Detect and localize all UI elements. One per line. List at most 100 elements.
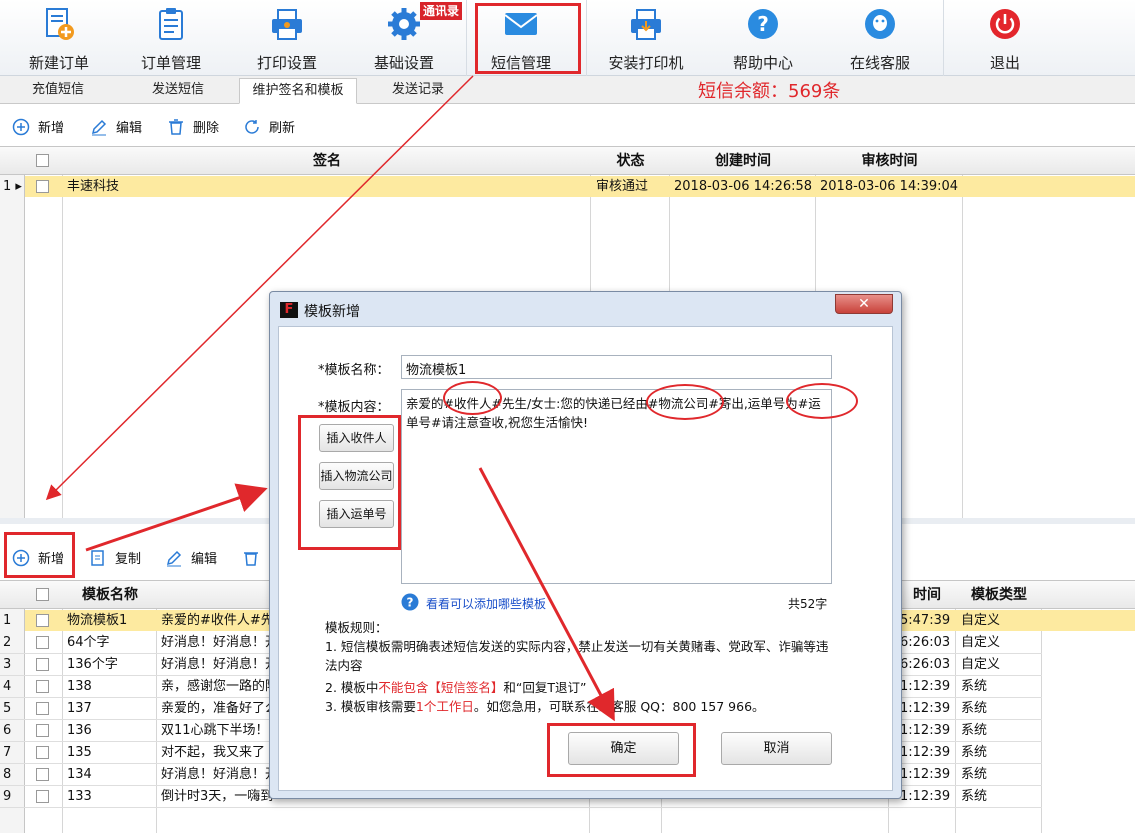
template-content: 好消息！好消息！开 bbox=[161, 657, 279, 672]
action-label: 复制 bbox=[115, 552, 142, 567]
template-time: 1:12:39 bbox=[900, 679, 950, 694]
pencil-icon bbox=[166, 550, 182, 567]
pencil-icon bbox=[91, 119, 107, 136]
template-time: 1:12:39 bbox=[900, 723, 950, 738]
sms-balance: 短信余额：569条 bbox=[698, 81, 841, 102]
tab-send-records[interactable]: 发送记录 bbox=[360, 78, 476, 104]
template-name: 137 bbox=[67, 701, 92, 716]
template-content: 亲爱的，准备好了么 bbox=[161, 701, 279, 716]
row-checkbox[interactable] bbox=[36, 680, 49, 693]
signature-edit-button[interactable]: 编辑 bbox=[90, 118, 142, 138]
signature-add-button[interactable]: 新增 bbox=[12, 118, 64, 138]
contacts-badge[interactable]: 通讯录 bbox=[420, 2, 462, 20]
highlight-insert-buttons bbox=[298, 415, 401, 550]
template-copy-button[interactable]: 复制 bbox=[89, 549, 141, 569]
column-header-template-type[interactable]: 模板类型 bbox=[956, 581, 1042, 609]
row-number: 6 bbox=[3, 723, 12, 738]
column-header-template-name[interactable]: 模板名称 bbox=[63, 581, 157, 609]
tab-signature-template[interactable]: 维护签名和模板 bbox=[239, 78, 357, 104]
toolbar-exit-button[interactable]: 退出 bbox=[946, 0, 1064, 76]
tab-send-sms[interactable]: 发送短信 bbox=[120, 78, 236, 104]
tab-recharge-sms[interactable]: 充值短信 bbox=[0, 78, 116, 104]
action-label: 新增 bbox=[38, 121, 65, 136]
template-type: 自定义 bbox=[961, 657, 1001, 672]
template-type: 系统 bbox=[961, 789, 988, 804]
power-icon bbox=[990, 9, 1020, 39]
action-label: 删除 bbox=[193, 121, 220, 136]
row-checkbox[interactable] bbox=[36, 636, 49, 649]
select-all-checkbox[interactable] bbox=[36, 588, 49, 601]
svg-text:?: ? bbox=[407, 596, 414, 610]
dialog-title: 模板新增 bbox=[304, 304, 360, 320]
template-type: 系统 bbox=[961, 767, 988, 782]
toolbar-help-center-button[interactable]: ? 帮助中心 bbox=[704, 0, 822, 76]
trash-icon[interactable] bbox=[242, 549, 260, 567]
clipboard-icon bbox=[159, 8, 183, 40]
copy-icon bbox=[91, 550, 104, 566]
table-row[interactable] bbox=[25, 176, 1135, 197]
template-content: 对不起，我又来了 bbox=[161, 745, 266, 760]
row-checkbox[interactable] bbox=[36, 790, 49, 803]
template-time: 5:47:39 bbox=[900, 613, 950, 628]
row-checkbox[interactable] bbox=[36, 724, 49, 737]
column-header-signature[interactable]: 签名 bbox=[63, 147, 591, 175]
rule-3: 3. 模板审核需要1个工作日。如您急用，可联系在线客服 QQ：800 157 9… bbox=[325, 699, 765, 714]
printer-install-icon bbox=[631, 9, 661, 40]
row-number: 1 bbox=[3, 613, 12, 628]
template-name: 物流模板1 bbox=[67, 613, 128, 628]
row-number: 1 ▸ bbox=[3, 179, 22, 194]
template-edit-button[interactable]: 编辑 bbox=[165, 549, 217, 569]
row-checkbox[interactable] bbox=[36, 614, 49, 627]
row-checkbox[interactable] bbox=[36, 658, 49, 671]
row-checkbox[interactable] bbox=[36, 746, 49, 759]
highlight-recipient-token bbox=[443, 381, 502, 415]
highlight-tracking-token bbox=[786, 383, 858, 419]
template-type: 系统 bbox=[961, 679, 988, 694]
app-logo-icon: F bbox=[280, 302, 298, 318]
new-order-icon bbox=[46, 8, 74, 40]
customer-service-icon bbox=[865, 9, 895, 39]
plus-circle-icon bbox=[12, 118, 30, 136]
template-content-textarea[interactable]: 亲爱的#收件人#先生/女士:您的快递已经由#物流公司#寄出,运单号为#运单号#请… bbox=[401, 389, 832, 584]
toolbar-online-service-button[interactable]: 在线客服 bbox=[821, 0, 939, 76]
template-type: 系统 bbox=[961, 745, 988, 760]
signature-refresh-button[interactable]: 刷新 bbox=[243, 118, 295, 138]
template-name: 64个字 bbox=[67, 635, 110, 650]
template-content-label: *模板内容： bbox=[318, 400, 390, 415]
highlight-company-token bbox=[646, 384, 724, 420]
close-icon: ✕ bbox=[858, 296, 870, 312]
column-header-status[interactable]: 状态 bbox=[591, 147, 670, 175]
column-header-reviewed[interactable]: 审核时间 bbox=[816, 147, 963, 175]
select-all-checkbox[interactable] bbox=[36, 154, 49, 167]
template-time: 6:26:03 bbox=[900, 635, 950, 650]
template-content: 倒计时3天，一嗨到 bbox=[161, 789, 274, 804]
highlight-sms-manage bbox=[475, 3, 581, 74]
rule-1: 1. 短信模板需明确表述短信发送的实际内容，禁止发送一切有关黄赌毒、党政军、诈骗… bbox=[325, 639, 829, 673]
cancel-button[interactable]: 取消 bbox=[721, 732, 832, 765]
toolbar-label: 基础设置 bbox=[373, 54, 434, 72]
toolbar-label: 在线客服 bbox=[849, 54, 910, 72]
help-templates-link[interactable]: 看看可以添加哪些模板 bbox=[426, 595, 546, 612]
template-type: 系统 bbox=[961, 723, 988, 738]
action-label: 刷新 bbox=[269, 121, 296, 136]
printer-settings-icon bbox=[272, 9, 302, 40]
toolbar-print-settings-button[interactable]: 打印设置 bbox=[228, 0, 346, 76]
highlight-template-add bbox=[4, 532, 75, 578]
row-checkbox[interactable] bbox=[36, 768, 49, 781]
template-content: 亲爱的#收件人#先 bbox=[161, 613, 274, 628]
toolbar-order-manage-button[interactable]: 订单管理 bbox=[112, 0, 230, 76]
row-checkbox[interactable] bbox=[36, 180, 49, 193]
sms-tab-bar: 充值短信 发送短信 维护签名和模板 发送记录 短信余额：569条 bbox=[0, 76, 1135, 104]
template-time: 1:12:39 bbox=[900, 767, 950, 782]
action-label: 编辑 bbox=[191, 552, 218, 567]
row-number: 7 bbox=[3, 745, 12, 760]
template-name-input[interactable]: 物流模板1 bbox=[401, 355, 832, 379]
signature-delete-button[interactable]: 删除 bbox=[167, 118, 219, 138]
help-icon: ? bbox=[401, 593, 419, 611]
toolbar-install-printer-button[interactable]: 安装打印机 bbox=[587, 0, 705, 76]
toolbar-new-order-button[interactable]: 新建订单 bbox=[0, 0, 118, 76]
row-checkbox[interactable] bbox=[36, 702, 49, 715]
toolbar-label: 打印设置 bbox=[256, 54, 317, 72]
dialog-close-button[interactable]: ✕ bbox=[835, 294, 893, 314]
column-header-created[interactable]: 创建时间 bbox=[670, 147, 816, 175]
